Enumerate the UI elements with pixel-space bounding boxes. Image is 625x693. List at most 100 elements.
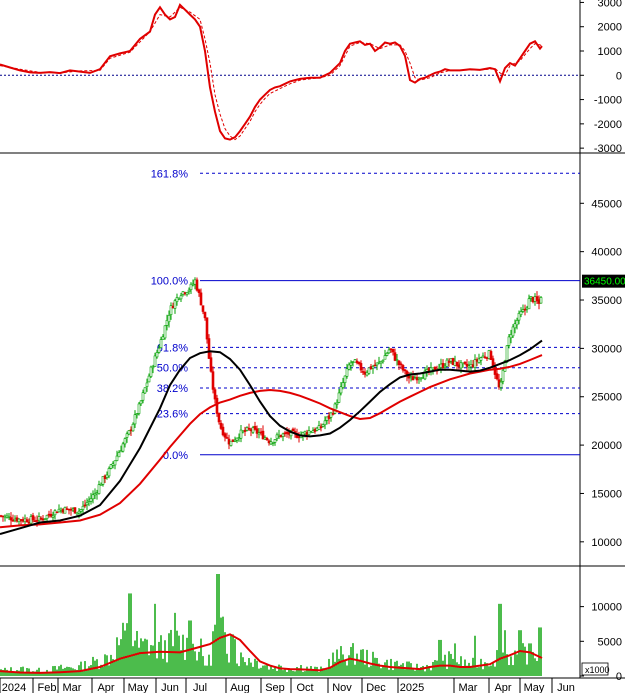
volume-bar — [498, 603, 500, 676]
volume-bar — [470, 667, 472, 676]
volume-bar — [134, 640, 136, 676]
volume-bar — [198, 651, 200, 676]
volume-bar — [488, 666, 490, 676]
volume-bar — [468, 662, 470, 676]
volume-bar — [202, 656, 204, 676]
volume-bar — [294, 671, 296, 676]
volume-bar — [82, 671, 84, 676]
price-candle-body — [209, 357, 213, 372]
price-candle-body — [241, 430, 245, 433]
price-candle-body — [213, 389, 217, 400]
volume-bar — [496, 650, 498, 676]
x-axis-label: Jun — [557, 682, 575, 693]
volume-bar — [522, 643, 524, 676]
volume-bar — [238, 666, 240, 676]
price-candle-body — [349, 362, 353, 366]
volume-bar — [508, 665, 510, 676]
volume-bar — [258, 668, 260, 676]
price-candle-body — [145, 382, 149, 387]
price-candle-body — [203, 311, 207, 319]
price-candle-body — [113, 460, 117, 466]
price-candle-body — [239, 429, 243, 439]
price-y-tick-label: 45000 — [591, 198, 622, 210]
volume-bar — [222, 616, 224, 676]
price-candle-body — [157, 347, 161, 353]
price-candle-body — [347, 364, 351, 370]
volume-bar — [180, 650, 182, 676]
price-panel: 10000 15000 20000 25000 30000 35000 40000 45000… — [0, 153, 625, 566]
volume-bar — [98, 669, 100, 676]
price-candle-body — [343, 375, 347, 383]
price-candle-body — [175, 297, 179, 302]
price-candle-body — [109, 464, 113, 469]
volume-bar — [446, 668, 448, 676]
last-price-label: 36450.00 — [584, 277, 625, 288]
volume-bar — [244, 662, 246, 676]
volume-bar — [148, 655, 150, 676]
x-axis-label: Apr — [494, 682, 511, 693]
volume-bar — [166, 662, 168, 676]
price-candle-body — [89, 498, 93, 502]
price-candle-body — [149, 366, 153, 377]
price-candle-body — [399, 363, 403, 366]
volume-bar — [92, 656, 94, 676]
volume-bar — [286, 671, 288, 676]
volume-bar — [86, 670, 88, 676]
volume-bar — [424, 671, 426, 676]
volume-bar — [312, 670, 314, 676]
x-axis-label: May — [128, 682, 149, 693]
price-candle-body — [159, 339, 163, 349]
price-y-tick-label: 25000 — [591, 392, 622, 404]
stock-chart: 3000200010000-1000-2000-3000 10000150002… — [0, 0, 625, 693]
volume-bar — [250, 662, 252, 676]
price-candle-body — [71, 508, 75, 511]
price-candle-body — [181, 291, 185, 295]
oscillator-panel: 3000200010000-1000-2000-3000 — [0, 0, 622, 155]
price-candle-body — [205, 317, 209, 340]
price-y-tick-label: 30000 — [591, 343, 622, 355]
volume-bar — [278, 664, 280, 676]
volume-bar — [326, 669, 328, 676]
volume-bar — [260, 667, 262, 676]
price-candle-body — [51, 515, 55, 518]
volume-bar — [440, 639, 442, 676]
oscillator-main-line — [0, 3, 543, 141]
price-y-tick-label: 35000 — [591, 295, 622, 307]
price-candle-body — [11, 519, 15, 522]
volume-bar — [124, 630, 126, 676]
volume-bar — [276, 670, 278, 676]
volume-bar — [476, 667, 478, 676]
volume-bar — [288, 669, 290, 676]
volume-bar — [154, 603, 156, 676]
volume-bar — [540, 627, 542, 676]
volume-bar — [400, 664, 402, 676]
fib-level-label: 100.0% — [151, 276, 189, 288]
volume-bar — [90, 665, 92, 676]
volume-bar — [186, 637, 188, 676]
price-candle-body — [245, 427, 249, 431]
price-candle-body — [139, 400, 143, 405]
volume-bar — [256, 660, 258, 676]
volume-bar — [52, 666, 54, 676]
price-candle-body — [227, 438, 231, 445]
price-candle-body — [499, 381, 503, 388]
price-candle-body — [133, 414, 137, 425]
price-candle-body — [77, 510, 81, 514]
volume-bar — [432, 661, 434, 676]
volume-bar — [128, 593, 130, 676]
price-candle-body — [319, 426, 323, 429]
volume-bar — [344, 661, 346, 676]
volume-bar — [188, 620, 190, 676]
volume-bar — [8, 672, 10, 676]
volume-bar — [394, 661, 396, 676]
price-candle-body — [185, 292, 189, 295]
volume-bar — [402, 663, 404, 676]
volume-bar — [266, 664, 268, 676]
oscillator-signal-line — [0, 6, 543, 141]
price-candle-body — [273, 439, 277, 443]
price-candle-body — [73, 507, 77, 514]
price-candle-body — [129, 429, 133, 432]
price-candle-body — [151, 366, 155, 369]
volume-bar — [478, 667, 480, 676]
price-candle-body — [7, 515, 11, 518]
